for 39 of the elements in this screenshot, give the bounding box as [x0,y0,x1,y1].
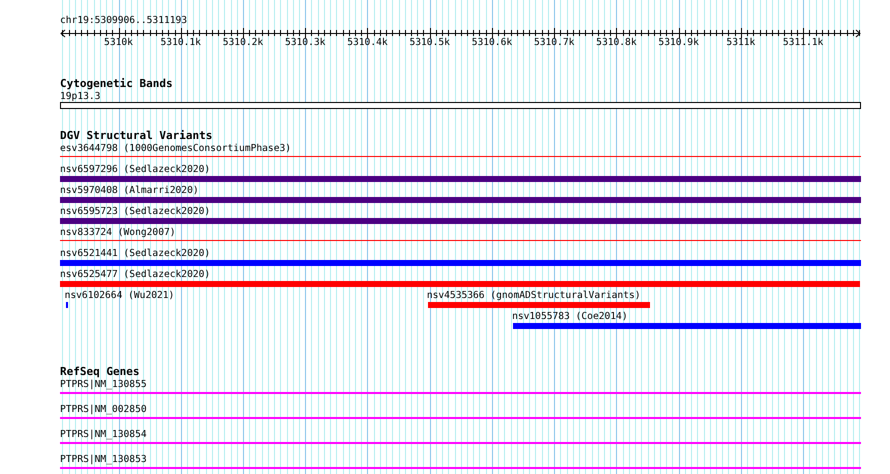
tick-label: 5310.2k [222,37,264,48]
gene-line[interactable] [60,392,861,394]
gene-line[interactable] [60,417,861,419]
gene-line[interactable] [60,442,861,444]
tick-label: 5311k [726,37,756,48]
variant-label: nsv1055783 (Coe2014) [512,311,628,322]
variant-label: esv3644798 (1000GenomesConsortiumPhase3) [60,143,292,154]
track-title: RefSeq Genes [60,366,140,378]
location-text: chr19:5309906..5311193 [60,15,188,27]
variant-label: nsv6521441 (Sedlazeck2020) [60,248,210,259]
tick-label: 5310.4k [347,37,388,48]
variant-label: nsv6597296 (Sedlazeck2020) [60,164,210,175]
variant-label: nsv6102664 (Wu2021) [64,290,174,301]
variant-label: nsv6525477 (Sedlazeck2020) [60,269,210,280]
tick-label: 5310.1k [160,37,201,48]
tick-label: 5310.8k [596,37,637,48]
variant-bar[interactable] [66,302,68,308]
variant-label: nsv5970408 (Almarri2020) [60,185,199,196]
track-title: DGV Structural Variants [60,130,212,142]
gene-label: PTPRS|NM_130855 [60,379,147,390]
tick-label: 5310.5k [409,37,450,48]
gene-line[interactable] [60,467,861,469]
variant-line[interactable] [60,240,861,241]
track-title: Cytogenetic Bands [60,78,173,90]
tick-label: 5311.1k [782,37,824,48]
tick-label: 5310.9k [658,37,699,48]
gene-label: PTPRS|NM_130854 [60,429,147,440]
cytoband-bar[interactable] [60,102,861,109]
gene-label: PTPRS|NM_002850 [60,404,147,415]
variant-label: nsv6595723 (Sedlazeck2020) [60,206,210,217]
tick-label: 5310.6k [472,37,512,48]
variant-label: nsv4535366 (gnomADStructuralVariants) [426,290,641,301]
tick-label: 5310.3k [284,37,326,48]
gene-label: PTPRS|NM_130853 [60,454,147,465]
variant-label: nsv833724 (Wong2007) [60,227,176,238]
band-label: 19p13.3 [60,91,100,102]
variant-line[interactable] [60,156,861,157]
tick-label: 5310.7k [534,37,574,48]
tick-label: 5310k [104,37,133,48]
